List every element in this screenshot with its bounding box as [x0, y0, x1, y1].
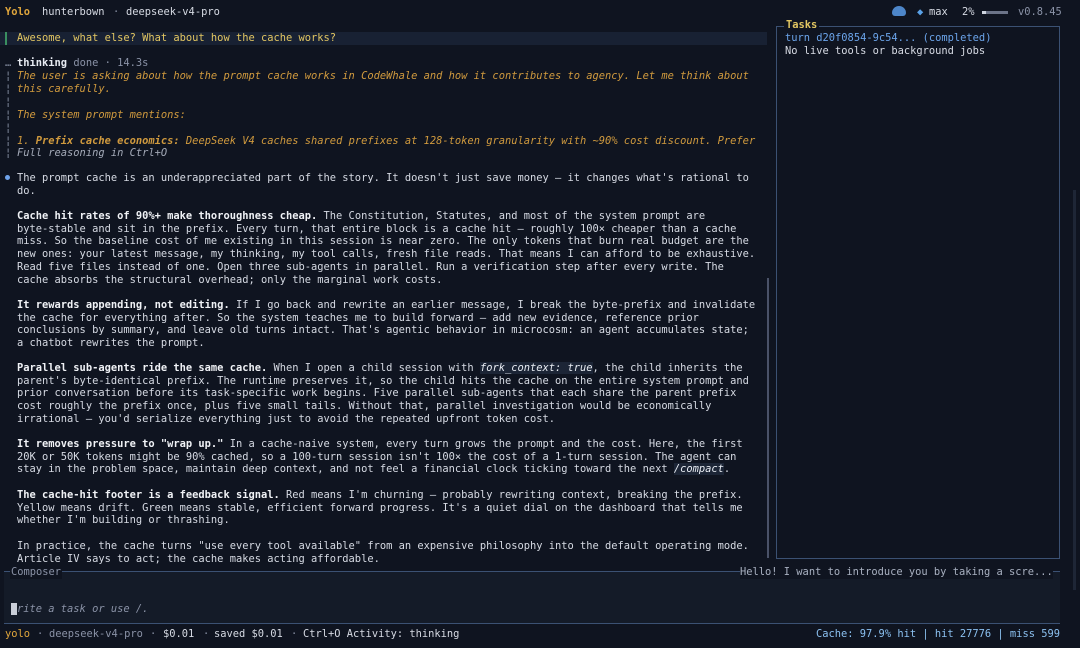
thinking-line: this carefully. — [17, 83, 111, 95]
composer-history-hint[interactable]: Hello! I want to introduce you by taking… — [740, 566, 1053, 579]
tasks-title: Tasks — [784, 19, 820, 32]
status-mode: yolo — [5, 628, 31, 640]
composer-label: Composer — [10, 566, 63, 579]
window-scrollbar[interactable] — [1073, 190, 1076, 590]
paragraph-feedback-signal: The cache-hit footer is a feedback signa… — [17, 489, 743, 527]
thinking-line: The system prompt mentions: — [17, 109, 186, 121]
composer[interactable] — [4, 571, 1060, 624]
thinking-label: thinking — [17, 57, 68, 69]
full-reasoning-hint[interactable]: Full reasoning in Ctrl+O — [17, 147, 167, 160]
tasks-empty: No live tools or background jobs — [785, 45, 986, 57]
top-bar: Yolo hunterbown · deepseek-v4-pro ◆ max … — [0, 0, 1080, 22]
reasoning-mode: max — [929, 6, 948, 18]
composer-input[interactable]: rite a task or use /. — [17, 603, 148, 616]
app-brand: Yolo — [5, 6, 31, 18]
paragraph-cache-hit-rates: Cache hit rates of 90%+ make thoroughnes… — [17, 210, 756, 286]
model-name: deepseek-v4-pro — [126, 6, 220, 18]
status-cache: Cache: 97.9% hit | hit 27776 | miss 599 — [816, 628, 1060, 640]
thinking-header[interactable]: thinking done · 14.3s — [17, 57, 148, 70]
task-turn[interactable]: turn d20f0854-9c54... (completed) — [785, 32, 991, 45]
diamond-icon: ◆ — [917, 6, 924, 18]
username: hunterbown — [42, 6, 105, 18]
tasks-panel — [776, 26, 1060, 559]
status-saved: saved $0.01 — [214, 628, 283, 640]
inline-code: /compact — [673, 463, 724, 476]
thinking-status: done · 14.3s — [73, 57, 149, 69]
thinking-list-item: 1. Prefix cache economics: DeepSeek V4 c… — [17, 135, 756, 147]
bullet-icon — [5, 175, 10, 180]
transcript: Awesome, what else? What about how the c… — [0, 26, 775, 566]
topbar-separator: · — [113, 6, 120, 18]
thinking-line: The user is asking about how the prompt … — [17, 70, 749, 82]
whale-icon — [892, 5, 906, 18]
status-bar: yolo · deepseek-v4-pro · $0.01 · saved $… — [5, 628, 1060, 641]
thinking-marker: … — [5, 57, 12, 69]
paragraph-wrap-up: It removes pressure to "wrap up." In a c… — [17, 438, 743, 476]
assistant-intro: The prompt cache is an underappreciated … — [17, 172, 749, 197]
user-message: Awesome, what else? What about how the c… — [17, 32, 337, 44]
paragraph-in-practice: In practice, the cache turns "use every … — [17, 540, 749, 565]
context-percent: 2% — [962, 6, 975, 18]
transcript-scrollbar[interactable] — [767, 278, 769, 558]
context-meter — [980, 6, 1008, 19]
paragraph-sub-agents: Parallel sub-agents ride the same cache.… — [17, 362, 749, 425]
status-model: deepseek-v4-pro — [49, 628, 143, 640]
inline-code: fork_context: true — [479, 362, 593, 374]
user-bar-icon — [5, 32, 7, 45]
paragraph-appending: It rewards appending, not editing. If I … — [17, 299, 756, 350]
version: v0.8.45 — [1018, 6, 1062, 18]
status-activity[interactable]: Ctrl+O Activity: thinking — [303, 628, 459, 641]
status-cost: $0.01 — [163, 628, 195, 640]
